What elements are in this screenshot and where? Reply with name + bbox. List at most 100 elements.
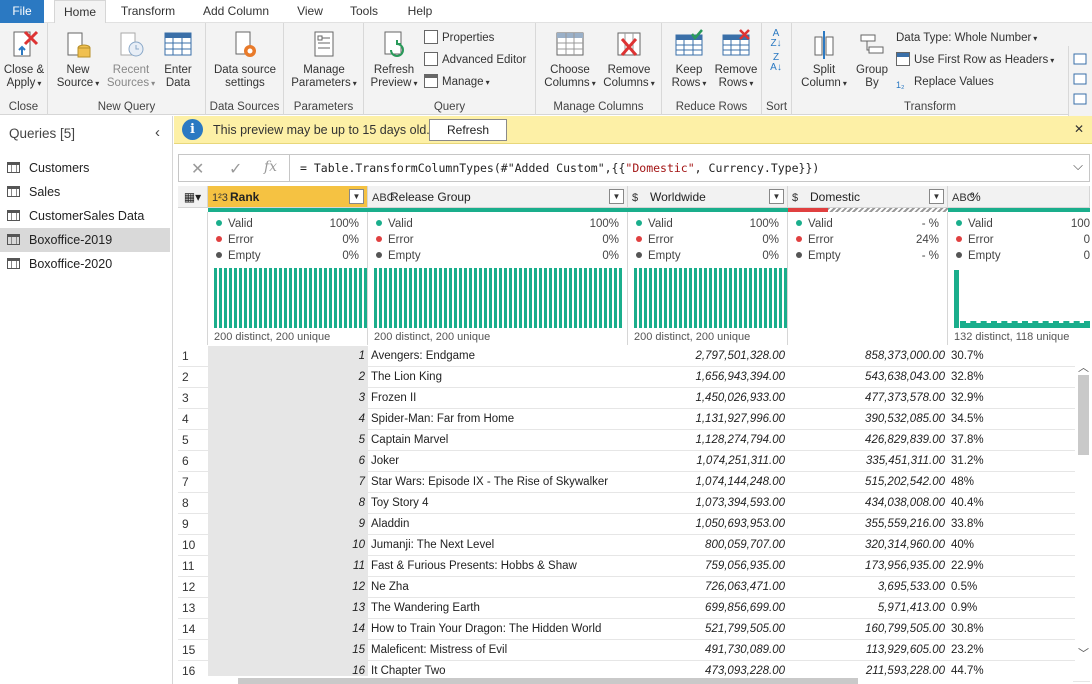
replace-values-button[interactable]: 1₂ Replace Values [896, 73, 994, 91]
properties-button[interactable]: Properties [424, 29, 494, 47]
cell-release-group[interactable]: Jumanji: The Next Level [368, 535, 628, 555]
row-number[interactable]: 10 [178, 535, 208, 555]
cell-release-group[interactable]: Avengers: Endgame [368, 346, 628, 366]
cell-domestic[interactable]: 434,038,008.00 [788, 493, 948, 513]
cell-percent[interactable]: 37.8% [948, 430, 1090, 450]
manage-button[interactable]: Manage ▾ [424, 73, 490, 91]
cell-percent[interactable]: 22.9% [948, 556, 1090, 576]
close-apply-button[interactable]: Close & Apply ▾ [2, 29, 46, 90]
cell-percent[interactable]: 32.8% [948, 367, 1090, 387]
commit-formula-icon[interactable]: ✓ [229, 159, 242, 179]
sort-ascending-button[interactable]: A Z↓ [768, 29, 784, 49]
cell-percent[interactable]: 48% [948, 472, 1090, 492]
cell-worldwide[interactable]: 1,074,144,248.00 [628, 472, 788, 492]
column-header-rank[interactable]: 1²3 Rank ▼ [208, 186, 368, 208]
sort-descending-button[interactable]: Z A↓ [768, 53, 784, 73]
table-row[interactable]: 11 11 Fast & Furious Presents: Hobbs & Sha… [178, 556, 1090, 577]
cell-rank[interactable]: 3 [208, 388, 368, 408]
row-number[interactable]: 6 [178, 451, 208, 471]
cell-domestic[interactable]: 5,971,413.00 [788, 598, 948, 618]
notice-refresh-button[interactable]: Refresh [429, 119, 507, 141]
table-row[interactable]: 2 2 The Lion King 1,656,943,394.00 543,638,0… [178, 367, 1090, 388]
cell-worldwide[interactable]: 1,073,394,593.00 [628, 493, 788, 513]
tab-view[interactable]: View [290, 0, 330, 24]
cell-worldwide[interactable]: 1,656,943,394.00 [628, 367, 788, 387]
refresh-preview-button[interactable]: Refresh Preview ▾ [368, 29, 420, 90]
recent-sources-button[interactable]: Recent Sources ▾ [106, 29, 156, 90]
cell-release-group[interactable]: Maleficent: Mistress of Evil [368, 640, 628, 660]
cell-domestic[interactable]: 3,695,533.00 [788, 577, 948, 597]
cell-rank[interactable]: 7 [208, 472, 368, 492]
column-header-worldwide[interactable]: $ Worldwide ▼ [628, 186, 788, 208]
cell-percent[interactable]: 40% [948, 535, 1090, 555]
enter-data-button[interactable]: Enter Data [158, 29, 198, 90]
table-row[interactable]: 7 7 Star Wars: Episode IX - The Rise of Sk… [178, 472, 1090, 493]
table-row[interactable]: 10 10 Jumanji: The Next Level 800,059,707.0… [178, 535, 1090, 556]
row-number[interactable]: 8 [178, 493, 208, 513]
row-number[interactable]: 13 [178, 598, 208, 618]
group-by-button[interactable]: Group By [852, 29, 892, 90]
cell-release-group[interactable]: Toy Story 4 [368, 493, 628, 513]
cell-rank[interactable]: 8 [208, 493, 368, 513]
cell-worldwide[interactable]: 1,074,251,311.00 [628, 451, 788, 471]
cell-domestic[interactable]: 355,559,216.00 [788, 514, 948, 534]
cell-release-group[interactable]: Spider-Man: Far from Home [368, 409, 628, 429]
cell-rank[interactable]: 2 [208, 367, 368, 387]
cell-rank[interactable]: 15 [208, 640, 368, 660]
cell-worldwide[interactable]: 521,799,505.00 [628, 619, 788, 639]
cell-release-group[interactable]: Fast & Furious Presents: Hobbs & Shaw [368, 556, 628, 576]
fx-icon[interactable]: fx [264, 159, 277, 175]
row-number[interactable]: 15 [178, 640, 208, 660]
formula-text[interactable]: = Table.TransformColumnTypes(#"Added Cus… [300, 161, 819, 175]
filter-dropdown-icon[interactable]: ▼ [769, 189, 784, 204]
cancel-formula-icon[interactable]: ✕ [191, 159, 204, 179]
cell-worldwide[interactable]: 800,059,707.00 [628, 535, 788, 555]
cell-percent[interactable]: 0.5% [948, 577, 1090, 597]
cell-worldwide[interactable]: 1,128,274,794.00 [628, 430, 788, 450]
close-icon[interactable]: ✕ [1074, 122, 1084, 136]
cell-domestic[interactable]: 477,373,578.00 [788, 388, 948, 408]
cell-rank[interactable]: 11 [208, 556, 368, 576]
cell-domestic[interactable]: 160,799,505.00 [788, 619, 948, 639]
expand-formula-icon[interactable]: ⌵ [1073, 158, 1083, 174]
table-row[interactable]: 15 15 Maleficent: Mistress of Evil 491,730,… [178, 640, 1090, 661]
cell-worldwide[interactable]: 491,730,089.00 [628, 640, 788, 660]
cell-rank[interactable]: 1 [208, 346, 368, 366]
cell-domestic[interactable]: 426,829,839.00 [788, 430, 948, 450]
keep-rows-button[interactable]: Keep Rows ▾ [666, 29, 712, 90]
row-number[interactable]: 7 [178, 472, 208, 492]
cell-percent[interactable]: 32.9% [948, 388, 1090, 408]
use-first-row-headers-button[interactable]: Use First Row as Headers ▾ [896, 51, 1054, 69]
split-column-button[interactable]: Split Column ▾ [796, 29, 852, 90]
cell-percent[interactable]: 0.9% [948, 598, 1090, 618]
cell-worldwide[interactable]: 759,056,935.00 [628, 556, 788, 576]
row-number[interactable]: 14 [178, 619, 208, 639]
query-item-boxoffice-2019[interactable]: Boxoffice-2019 [0, 228, 170, 252]
cell-worldwide[interactable]: 2,797,501,328.00 [628, 346, 788, 366]
cell-worldwide[interactable]: 726,063,471.00 [628, 577, 788, 597]
cell-release-group[interactable]: Ne Zha [368, 577, 628, 597]
filter-dropdown-icon[interactable]: ▼ [929, 189, 944, 204]
cell-worldwide[interactable]: 1,131,927,996.00 [628, 409, 788, 429]
cell-release-group[interactable]: Star Wars: Episode IX - The Rise of Skyw… [368, 472, 628, 492]
cell-release-group[interactable]: How to Train Your Dragon: The Hidden Wor… [368, 619, 628, 639]
table-row[interactable]: 8 8 Toy Story 4 1,073,394,593.00 434,038,008… [178, 493, 1090, 514]
vertical-scrollbar[interactable]: ︿ ﹀ [1075, 357, 1092, 663]
data-type-dropdown[interactable]: Data Type: Whole Number ▾ [896, 29, 1037, 47]
cell-rank[interactable]: 13 [208, 598, 368, 618]
table-row[interactable]: 14 14 How to Train Your Dragon: The Hidden… [178, 619, 1090, 640]
horizontal-scrollbar[interactable] [178, 676, 1073, 684]
cell-release-group[interactable]: The Wandering Earth [368, 598, 628, 618]
row-number[interactable]: 9 [178, 514, 208, 534]
table-row[interactable]: 1 1 Avengers: Endgame 2,797,501,328.00 858,3… [178, 346, 1090, 367]
tab-file[interactable]: File [0, 0, 44, 24]
cell-rank[interactable]: 9 [208, 514, 368, 534]
cell-release-group[interactable]: Joker [368, 451, 628, 471]
cell-worldwide[interactable]: 1,050,693,953.00 [628, 514, 788, 534]
table-row[interactable]: 9 9 Aladdin 1,050,693,953.00 355,559,216.00 3… [178, 514, 1090, 535]
data-source-settings-button[interactable]: Data source settings [210, 29, 280, 90]
tab-transform[interactable]: Transform [113, 0, 183, 24]
cell-percent[interactable]: 33.8% [948, 514, 1090, 534]
cell-domestic[interactable]: 320,314,960.00 [788, 535, 948, 555]
tab-help[interactable]: Help [400, 0, 440, 24]
